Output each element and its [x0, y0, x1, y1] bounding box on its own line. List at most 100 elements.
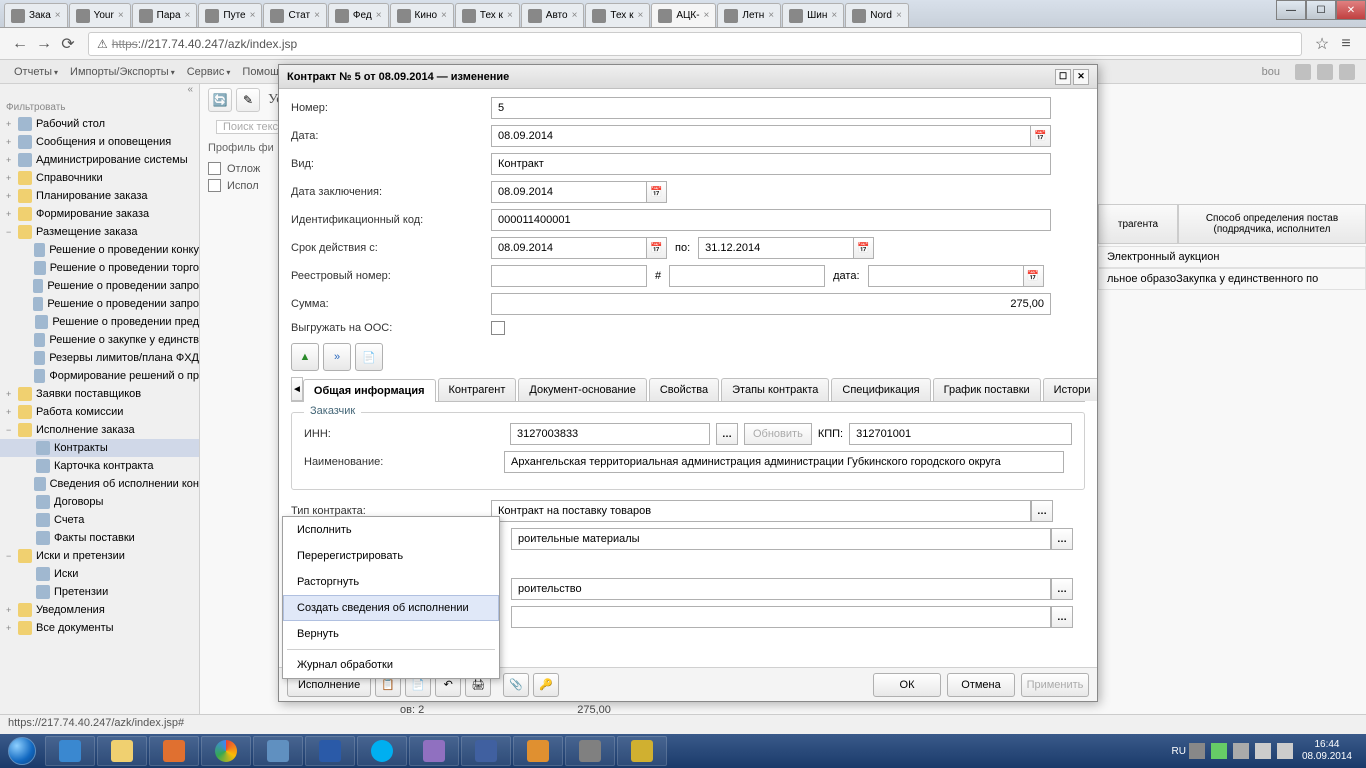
context-menu-item[interactable]: Вернуть [283, 621, 499, 647]
tab-general[interactable]: Общая информация [303, 379, 436, 402]
menu-icon[interactable]: ≡ [1334, 32, 1358, 56]
context-menu-item[interactable]: Создать сведения об исполнении [283, 595, 499, 621]
tray-icon[interactable] [1189, 743, 1205, 759]
customer-name-input[interactable] [504, 451, 1064, 473]
calendar-icon[interactable]: 📅 [1024, 265, 1044, 287]
number-input[interactable] [491, 97, 1051, 119]
contract-type-input[interactable] [491, 500, 1031, 522]
context-menu-item[interactable]: Журнал обработки [283, 652, 499, 678]
forward-button[interactable]: → [32, 32, 56, 56]
app-icon-1[interactable] [1295, 64, 1311, 80]
tab-stages[interactable]: Этапы контракта [721, 378, 829, 401]
date-input[interactable] [491, 125, 1031, 147]
lookup-icon[interactable]: … [716, 423, 738, 445]
type-input[interactable] [491, 153, 1051, 175]
tree-node[interactable]: +Справочники [0, 169, 199, 187]
tab-spec[interactable]: Спецификация [831, 378, 930, 401]
tree-node[interactable]: Претензии [0, 583, 199, 601]
tray-icon[interactable] [1233, 743, 1249, 759]
tree-node[interactable]: +Формирование заказа [0, 205, 199, 223]
calendar-icon[interactable]: 📅 [647, 181, 667, 203]
browser-tab[interactable]: Nord× [845, 3, 909, 27]
up-arrow-icon[interactable]: ▲ [291, 343, 319, 371]
ident-code-input[interactable] [491, 209, 1051, 231]
task-word[interactable] [305, 736, 355, 766]
cancel-button[interactable]: Отмена [947, 673, 1015, 697]
tree-node[interactable]: Формирование решений о пр [0, 367, 199, 385]
task-save[interactable] [461, 736, 511, 766]
minimize-button[interactable]: — [1276, 0, 1306, 20]
apply-button[interactable]: Применить [1021, 673, 1089, 697]
tree-node[interactable]: +Работа комиссии [0, 403, 199, 421]
calendar-icon[interactable]: 📅 [647, 237, 667, 259]
tree-node[interactable]: Решение о проведении пред [0, 313, 199, 331]
maximize-button[interactable]: ☐ [1306, 0, 1336, 20]
tree-node[interactable]: Решение о проведении запро [0, 295, 199, 313]
back-button[interactable]: ← [8, 32, 32, 56]
browser-tab[interactable]: Авто× [521, 3, 585, 27]
row4-input[interactable] [511, 606, 1051, 628]
tree-node[interactable]: +Все документы [0, 619, 199, 637]
task-explorer[interactable] [97, 736, 147, 766]
document-icon[interactable]: 📄 [355, 343, 383, 371]
update-button[interactable]: Обновить [744, 423, 812, 445]
tray-network-icon[interactable] [1255, 743, 1271, 759]
tray-icon[interactable] [1211, 743, 1227, 759]
tree-node[interactable]: Факты поставки [0, 529, 199, 547]
tab-basis[interactable]: Документ-основание [518, 378, 646, 401]
task-app4[interactable] [617, 736, 667, 766]
context-menu-item[interactable]: Перерегистрировать [283, 543, 499, 569]
browser-tab[interactable]: Летн× [717, 3, 781, 27]
modal-close-icon[interactable]: ✕ [1073, 69, 1089, 85]
calendar-icon[interactable]: 📅 [1031, 125, 1051, 147]
inn-input[interactable] [510, 423, 710, 445]
bookmark-icon[interactable]: ☆ [1310, 32, 1334, 56]
lookup-icon[interactable]: … [1051, 528, 1073, 550]
sum-input[interactable] [491, 293, 1051, 315]
browser-tab[interactable]: Зака× [4, 3, 68, 27]
context-menu-item[interactable]: Исполнить [283, 517, 499, 543]
row3-input[interactable] [511, 578, 1051, 600]
tree-node[interactable]: Иски [0, 565, 199, 583]
tree-node[interactable]: Сведения об исполнении кон [0, 475, 199, 493]
registry-date-input[interactable] [868, 265, 1024, 287]
reload-button[interactable]: ⟳ [56, 32, 80, 56]
period-from-input[interactable] [491, 237, 647, 259]
tray-volume-icon[interactable] [1277, 743, 1293, 759]
tray-clock[interactable]: 16:4408.09.2014 [1302, 739, 1352, 763]
browser-tab[interactable]: Шин× [782, 3, 844, 27]
registry-hash-input[interactable] [669, 265, 825, 287]
period-to-input[interactable] [698, 237, 854, 259]
tree-node[interactable]: Контракты [0, 439, 199, 457]
calendar-icon[interactable]: 📅 [854, 237, 874, 259]
lookup-icon[interactable]: … [1051, 578, 1073, 600]
browser-tab[interactable]: Фед× [328, 3, 389, 27]
close-button[interactable]: ✕ [1336, 0, 1366, 20]
task-app[interactable] [253, 736, 303, 766]
tree-node[interactable]: Решение о проведении конку [0, 241, 199, 259]
task-chrome[interactable] [201, 736, 251, 766]
checkbox[interactable] [208, 179, 221, 192]
tab-properties[interactable]: Свойства [649, 378, 719, 401]
tree-node[interactable]: +Рабочий стол [0, 115, 199, 133]
kpp-input[interactable] [849, 423, 1072, 445]
tree-node[interactable]: Решение о проведении запро [0, 277, 199, 295]
menu-imports[interactable]: Импорты/Экспорты [64, 66, 181, 78]
tree-node[interactable]: −Исполнение заказа [0, 421, 199, 439]
registry-number-input[interactable] [491, 265, 647, 287]
row2-input[interactable] [511, 528, 1051, 550]
lookup-icon[interactable]: … [1051, 606, 1073, 628]
ok-button[interactable]: ОК [873, 673, 941, 697]
tree-node[interactable]: Решение о проведении торго [0, 259, 199, 277]
tree-node[interactable]: +Уведомления [0, 601, 199, 619]
attach-icon[interactable]: 📎 [503, 673, 529, 697]
tab-history[interactable]: Истори [1043, 378, 1097, 401]
tree-node[interactable]: −Иски и претензии [0, 547, 199, 565]
task-ie[interactable] [45, 736, 95, 766]
task-outlook[interactable] [513, 736, 563, 766]
tab-contractor[interactable]: Контрагент [438, 378, 517, 401]
forward-double-icon[interactable]: » [323, 343, 351, 371]
menu-reports[interactable]: Отчеты [8, 66, 64, 78]
tree-node[interactable]: +Сообщения и оповещения [0, 133, 199, 151]
start-button[interactable] [0, 734, 44, 768]
